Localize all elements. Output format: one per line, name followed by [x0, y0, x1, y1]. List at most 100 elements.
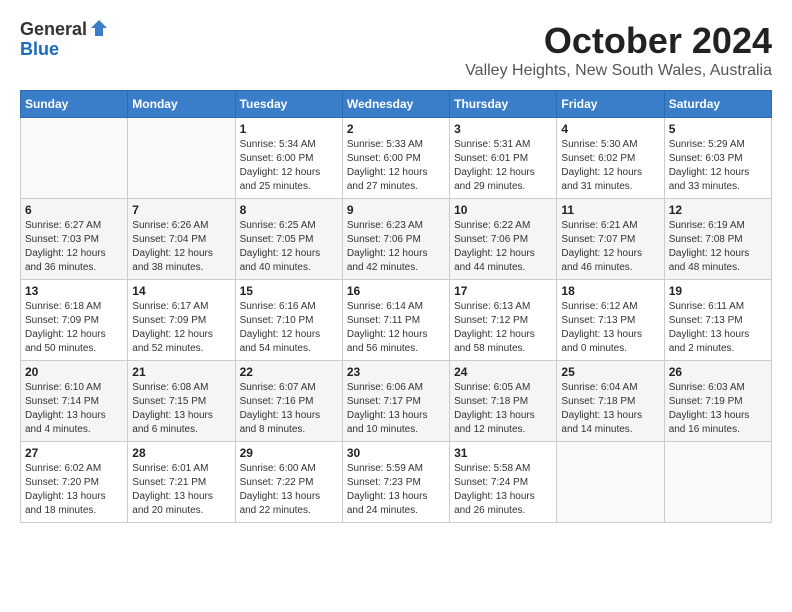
logo-general: General [20, 20, 87, 40]
day-info: Sunrise: 6:22 AM Sunset: 7:06 PM Dayligh… [454, 219, 552, 275]
calendar-cell: 10 Sunrise: 6:22 AM Sunset: 7:06 PM Dayli… [450, 199, 557, 280]
title-section: October 2024 Valley Heights, New South W… [465, 20, 772, 80]
day-info: Sunrise: 6:04 AM Sunset: 7:18 PM Dayligh… [561, 381, 659, 437]
calendar-cell: 31 Sunrise: 5:58 AM Sunset: 7:24 PM Dayli… [450, 442, 557, 523]
day-info: Sunrise: 5:59 AM Sunset: 7:23 PM Dayligh… [347, 462, 445, 518]
day-number: 22 [240, 365, 338, 379]
header-sunday: Sunday [21, 91, 128, 118]
day-number: 10 [454, 203, 552, 217]
calendar-cell [128, 118, 235, 199]
day-number: 4 [561, 122, 659, 136]
calendar-cell: 5 Sunrise: 5:29 AM Sunset: 6:03 PM Daylig… [664, 118, 771, 199]
day-info: Sunrise: 5:34 AM Sunset: 6:00 PM Dayligh… [240, 138, 338, 194]
day-info: Sunrise: 5:29 AM Sunset: 6:03 PM Dayligh… [669, 138, 767, 194]
calendar-week-5: 27 Sunrise: 6:02 AM Sunset: 7:20 PM Dayli… [21, 442, 772, 523]
day-number: 28 [132, 446, 230, 460]
page-header: General Blue October 2024 Valley Heights… [20, 20, 772, 80]
calendar-cell: 6Sunrise: 6:27 AM Sunset: 7:03 PM Daylig… [21, 199, 128, 280]
day-number: 15 [240, 284, 338, 298]
header-wednesday: Wednesday [342, 91, 449, 118]
day-number: 25 [561, 365, 659, 379]
logo-blue: Blue [20, 40, 59, 60]
day-number: 8 [240, 203, 338, 217]
day-number: 19 [669, 284, 767, 298]
logo-icon [89, 18, 109, 38]
calendar-cell: 24 Sunrise: 6:05 AM Sunset: 7:18 PM Dayli… [450, 361, 557, 442]
location-title: Valley Heights, New South Wales, Austral… [465, 62, 772, 80]
day-info: Sunrise: 6:14 AM Sunset: 7:11 PM Dayligh… [347, 300, 445, 356]
day-info: Sunrise: 6:06 AM Sunset: 7:17 PM Dayligh… [347, 381, 445, 437]
calendar-cell: 12 Sunrise: 6:19 AM Sunset: 7:08 PM Dayli… [664, 199, 771, 280]
day-info: Sunrise: 6:21 AM Sunset: 7:07 PM Dayligh… [561, 219, 659, 275]
day-number: 13 [25, 284, 123, 298]
calendar-cell: 19 Sunrise: 6:11 AM Sunset: 7:13 PM Dayli… [664, 280, 771, 361]
day-info: Sunrise: 6:07 AM Sunset: 7:16 PM Dayligh… [240, 381, 338, 437]
day-info: Sunrise: 6:11 AM Sunset: 7:13 PM Dayligh… [669, 300, 767, 356]
calendar-week-1: 1Sunrise: 5:34 AM Sunset: 6:00 PM Daylig… [21, 118, 772, 199]
day-info: Sunrise: 6:08 AM Sunset: 7:15 PM Dayligh… [132, 381, 230, 437]
day-info: Sunrise: 6:26 AM Sunset: 7:04 PM Dayligh… [132, 219, 230, 275]
calendar-cell: 27 Sunrise: 6:02 AM Sunset: 7:20 PM Dayli… [21, 442, 128, 523]
calendar-week-4: 20Sunrise: 6:10 AM Sunset: 7:14 PM Dayli… [21, 361, 772, 442]
day-number: 3 [454, 122, 552, 136]
calendar-cell: 11 Sunrise: 6:21 AM Sunset: 7:07 PM Dayli… [557, 199, 664, 280]
day-number: 16 [347, 284, 445, 298]
day-info: Sunrise: 6:01 AM Sunset: 7:21 PM Dayligh… [132, 462, 230, 518]
day-info: Sunrise: 6:12 AM Sunset: 7:13 PM Dayligh… [561, 300, 659, 356]
day-number: 9 [347, 203, 445, 217]
day-number: 18 [561, 284, 659, 298]
calendar-cell: 28 Sunrise: 6:01 AM Sunset: 7:21 PM Dayli… [128, 442, 235, 523]
calendar-cell [21, 118, 128, 199]
day-info: Sunrise: 6:17 AM Sunset: 7:09 PM Dayligh… [132, 300, 230, 356]
calendar-cell: 15 Sunrise: 6:16 AM Sunset: 7:10 PM Dayli… [235, 280, 342, 361]
day-info: Sunrise: 5:33 AM Sunset: 6:00 PM Dayligh… [347, 138, 445, 194]
day-number: 5 [669, 122, 767, 136]
calendar-cell: 26 Sunrise: 6:03 AM Sunset: 7:19 PM Dayli… [664, 361, 771, 442]
day-info: Sunrise: 6:13 AM Sunset: 7:12 PM Dayligh… [454, 300, 552, 356]
day-number: 12 [669, 203, 767, 217]
calendar-cell: 7Sunrise: 6:26 AM Sunset: 7:04 PM Daylig… [128, 199, 235, 280]
month-title: October 2024 [465, 20, 772, 62]
day-info: Sunrise: 6:03 AM Sunset: 7:19 PM Dayligh… [669, 381, 767, 437]
day-info: Sunrise: 6:25 AM Sunset: 7:05 PM Dayligh… [240, 219, 338, 275]
calendar-cell [664, 442, 771, 523]
logo: General Blue [20, 20, 109, 60]
day-info: Sunrise: 6:05 AM Sunset: 7:18 PM Dayligh… [454, 381, 552, 437]
calendar-cell: 8 Sunrise: 6:25 AM Sunset: 7:05 PM Daylig… [235, 199, 342, 280]
day-info: Sunrise: 6:19 AM Sunset: 7:08 PM Dayligh… [669, 219, 767, 275]
day-info: Sunrise: 6:27 AM Sunset: 7:03 PM Dayligh… [25, 219, 123, 275]
day-info: Sunrise: 5:30 AM Sunset: 6:02 PM Dayligh… [561, 138, 659, 194]
calendar-cell: 29Sunrise: 6:00 AM Sunset: 7:22 PM Dayli… [235, 442, 342, 523]
day-number: 31 [454, 446, 552, 460]
day-number: 20 [25, 365, 123, 379]
calendar-week-2: 6Sunrise: 6:27 AM Sunset: 7:03 PM Daylig… [21, 199, 772, 280]
calendar-cell: 17Sunrise: 6:13 AM Sunset: 7:12 PM Dayli… [450, 280, 557, 361]
day-number: 2 [347, 122, 445, 136]
calendar-cell: 4 Sunrise: 5:30 AM Sunset: 6:02 PM Daylig… [557, 118, 664, 199]
header-friday: Friday [557, 91, 664, 118]
day-number: 26 [669, 365, 767, 379]
header-saturday: Saturday [664, 91, 771, 118]
calendar-cell: 3Sunrise: 5:31 AM Sunset: 6:01 PM Daylig… [450, 118, 557, 199]
calendar-header-row: SundayMondayTuesdayWednesdayThursdayFrid… [21, 91, 772, 118]
day-number: 24 [454, 365, 552, 379]
day-info: Sunrise: 6:23 AM Sunset: 7:06 PM Dayligh… [347, 219, 445, 275]
day-info: Sunrise: 6:18 AM Sunset: 7:09 PM Dayligh… [25, 300, 123, 356]
header-thursday: Thursday [450, 91, 557, 118]
day-info: Sunrise: 6:02 AM Sunset: 7:20 PM Dayligh… [25, 462, 123, 518]
day-number: 11 [561, 203, 659, 217]
calendar-cell: 16 Sunrise: 6:14 AM Sunset: 7:11 PM Dayli… [342, 280, 449, 361]
day-number: 23 [347, 365, 445, 379]
day-number: 21 [132, 365, 230, 379]
calendar-cell: 22 Sunrise: 6:07 AM Sunset: 7:16 PM Dayli… [235, 361, 342, 442]
calendar-table: SundayMondayTuesdayWednesdayThursdayFrid… [20, 90, 772, 523]
calendar-cell: 18 Sunrise: 6:12 AM Sunset: 7:13 PM Dayli… [557, 280, 664, 361]
calendar-cell: 14 Sunrise: 6:17 AM Sunset: 7:09 PM Dayli… [128, 280, 235, 361]
calendar-cell: 25 Sunrise: 6:04 AM Sunset: 7:18 PM Dayli… [557, 361, 664, 442]
day-info: Sunrise: 6:16 AM Sunset: 7:10 PM Dayligh… [240, 300, 338, 356]
day-number: 14 [132, 284, 230, 298]
day-number: 27 [25, 446, 123, 460]
calendar-cell [557, 442, 664, 523]
day-info: Sunrise: 5:58 AM Sunset: 7:24 PM Dayligh… [454, 462, 552, 518]
calendar-cell: 1Sunrise: 5:34 AM Sunset: 6:00 PM Daylig… [235, 118, 342, 199]
